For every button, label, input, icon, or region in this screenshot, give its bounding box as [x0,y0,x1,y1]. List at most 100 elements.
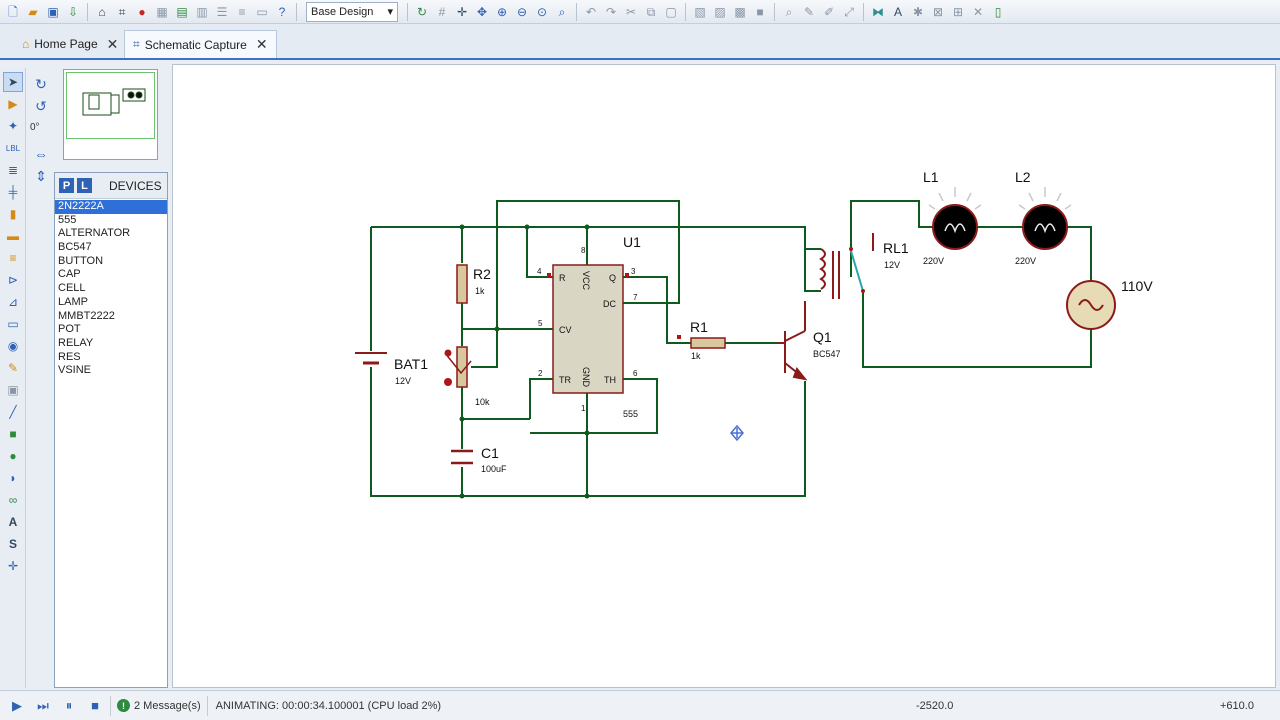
flip-horizontal-icon[interactable]: ⇔ [31,144,51,164]
transistor-q1[interactable] [777,301,808,381]
terminal-icon[interactable]: ▬ [3,226,23,246]
remove-sheet-icon[interactable]: ✕ [969,3,987,21]
list-item[interactable]: CELL [55,282,167,296]
library-manager-button[interactable]: L [77,178,92,193]
arc-tool-icon[interactable]: ◗ [3,468,23,488]
rotate-clockwise-icon[interactable]: ↻ [31,74,51,94]
schematic-canvas[interactable]: BAT1 12V R2 1k 10k C1 100uF U1 555 R CV … [172,64,1276,688]
virtual-instrument-icon[interactable]: ▣ [3,380,23,400]
tape-recorder-icon[interactable]: ▭ [3,314,23,334]
graph-icon[interactable]: ⊿ [3,292,23,312]
message-status-icon[interactable]: ! [117,699,130,712]
block-rotate-icon[interactable]: ▩ [731,3,749,21]
resistor-r1[interactable]: R1 1k [677,319,726,361]
paste-icon[interactable]: ▢ [662,3,680,21]
selection-mode-icon[interactable]: ➤ [3,72,23,92]
subcircuit-icon[interactable]: ▮ [3,204,23,224]
flip-vertical-icon[interactable]: ⇕ [31,166,51,186]
close-icon[interactable]: ✕ [107,36,119,53]
zoom-in-icon[interactable]: ⊕ [493,3,511,21]
list-item[interactable]: RELAY [55,337,167,351]
tab-home-page[interactable]: ⌂ Home Page ✕ [14,30,126,58]
ic-u1-555[interactable]: U1 555 R CV TR Q DC TH VCC GND 4 8 3 7 5… [537,234,641,419]
capacitor-c1[interactable]: C1 100uF [451,445,507,474]
relay-rl1[interactable]: RL1 12V [819,233,909,299]
undo-icon[interactable]: ↶ [582,3,600,21]
redo-icon[interactable]: ↷ [602,3,620,21]
schematic-icon[interactable]: ⌗ [113,3,131,21]
pick-devices-button[interactable]: P [59,178,74,193]
list-item[interactable]: BUTTON [55,255,167,269]
bus-icon[interactable]: ╪ [3,182,23,202]
copy-icon[interactable]: ⧉ [642,3,660,21]
refresh-icon[interactable]: ↻ [413,3,431,21]
circle-tool-icon[interactable]: ● [3,446,23,466]
step-icon[interactable]: ⏭ [34,697,52,715]
package-icon[interactable]: ✐ [820,3,838,21]
property-icon[interactable]: ✱ [909,3,927,21]
block-move-icon[interactable]: ▨ [711,3,729,21]
new-file-icon[interactable]: 🗋 [4,3,22,21]
zoom-out-icon[interactable]: ⊖ [513,3,531,21]
wires[interactable] [370,200,1092,497]
text-script-icon[interactable]: ≣ [3,160,23,180]
overview-viewport[interactable] [66,72,155,139]
ac-source-110v[interactable]: 110V [1066,278,1153,330]
device-pin-icon[interactable]: ≡ [3,248,23,268]
grid-icon[interactable]: ▤ [173,3,191,21]
decompose-icon[interactable]: ⤢ [840,3,858,21]
stop-icon[interactable]: ■ [86,697,104,715]
pan-icon[interactable]: ✥ [473,3,491,21]
design-selector[interactable]: Base Design ▾ [306,1,398,22]
play-icon[interactable]: ▶ [8,697,26,715]
box-tool-icon[interactable]: ■ [3,424,23,444]
zoom-area-icon[interactable]: ⌕ [553,3,571,21]
symbol-tool-icon[interactable]: S [3,534,23,554]
help-icon[interactable]: ? [273,3,291,21]
list-item[interactable]: 555 [55,214,167,228]
stop-icon[interactable]: ● [133,3,151,21]
pause-icon[interactable]: ⏸ [60,697,78,715]
block-delete-icon[interactable]: ■ [751,3,769,21]
list-item[interactable]: POT [55,323,167,337]
bom-icon[interactable]: ▥ [193,3,211,21]
probe-icon[interactable]: ⊳ [3,270,23,290]
rotation-angle[interactable]: 0° [30,122,40,133]
marker-tool-icon[interactable]: ✛ [3,556,23,576]
resistor-r2[interactable]: R2 1k [456,264,491,304]
origin-icon[interactable]: ✛ [453,3,471,21]
rotate-anticlockwise-icon[interactable]: ↺ [31,96,51,116]
save-icon[interactable]: ▣ [44,3,62,21]
design-explorer-icon[interactable]: ⊠ [929,3,947,21]
netlist-icon[interactable]: ▭ [253,3,271,21]
list-item[interactable]: LAMP [55,296,167,310]
component-icon[interactable]: ▦ [153,3,171,21]
report-icon[interactable]: ≡ [233,3,251,21]
battery-bat1[interactable]: BAT1 12V [355,352,428,386]
messages-count[interactable]: 2 Message(s) [134,700,201,712]
lamp-l1[interactable]: L1 220V [923,169,982,266]
list-item[interactable]: 2N2222A [55,200,167,214]
line-tool-icon[interactable]: ╱ [3,402,23,422]
home-icon[interactable]: ⌂ [93,3,111,21]
component-mode-icon[interactable]: ▶ [3,94,23,114]
overview-window[interactable] [63,69,158,160]
voltage-probe-icon[interactable]: ✎ [3,358,23,378]
generator-icon[interactable]: ◉ [3,336,23,356]
lamp-l2[interactable]: L2 220V [1015,169,1072,266]
block-copy-icon[interactable]: ▧ [691,3,709,21]
document-icon[interactable]: ☰ [213,3,231,21]
tab-schematic-capture[interactable]: ⌗ Schematic Capture ✕ [124,30,277,58]
list-item[interactable]: RES [55,351,167,365]
pick-device-icon[interactable]: ⌕ [780,3,798,21]
open-folder-icon[interactable]: ▰ [24,3,42,21]
make-device-icon[interactable]: ✎ [800,3,818,21]
export-icon[interactable]: ▯ [989,3,1007,21]
list-item[interactable]: BC547 [55,241,167,255]
list-item[interactable]: CAP [55,268,167,282]
close-icon[interactable]: ✕ [256,36,268,53]
path-tool-icon[interactable]: ∞ [3,490,23,510]
zoom-all-icon[interactable]: ⊙ [533,3,551,21]
list-item[interactable]: ALTERNATOR [55,227,167,241]
list-item[interactable]: VSINE [55,364,167,378]
